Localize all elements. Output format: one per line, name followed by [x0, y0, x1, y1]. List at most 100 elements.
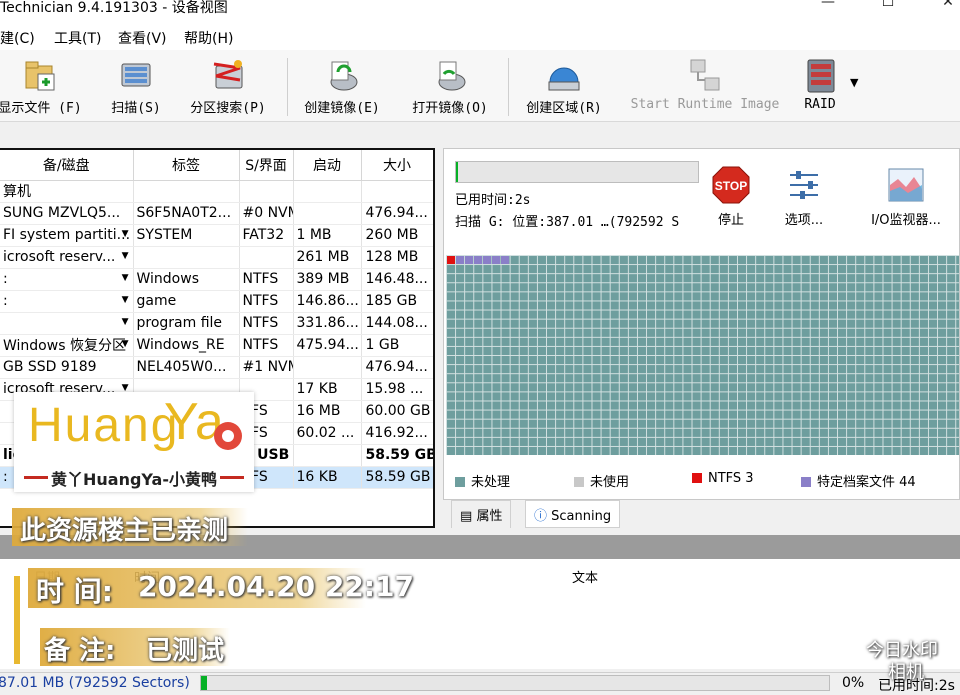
tab-properties-label: 属性: [476, 509, 503, 524]
col-header-fs[interactable]: S/界面: [239, 150, 294, 181]
legend-ntfs-label: NTFS 3: [708, 471, 754, 486]
stop-label: 停止: [717, 213, 744, 228]
device-cell-size: 476.94...: [361, 202, 433, 225]
tested-text: 此资源楼主已亲测: [20, 516, 229, 546]
create-region-button[interactable]: 创建区域(R): [516, 50, 612, 122]
device-cell-size: 60.00 GB: [361, 400, 433, 423]
menu-tools[interactable]: 工具(T): [54, 28, 101, 48]
runtime-image-icon: [690, 59, 720, 91]
device-cell-size: [361, 180, 433, 203]
file-block: [465, 256, 473, 264]
device-cell-size: 416.92...: [361, 422, 433, 445]
device-cell-name: ▼: [0, 312, 134, 335]
row-dropdown-icon[interactable]: ▼: [122, 229, 129, 239]
open-image-button[interactable]: 打开镜像(O): [402, 50, 498, 122]
col-header-device[interactable]: 备/磁盘: [0, 150, 134, 181]
legend-unused: 未使用: [574, 471, 629, 490]
create-image-button[interactable]: 创建镜像(E): [294, 50, 390, 122]
device-cell-start: 1 MB: [293, 224, 362, 247]
device-cell-start: [293, 444, 362, 467]
menu-create[interactable]: 建(C): [0, 28, 35, 48]
show-files-button[interactable]: 显示文件 (F): [0, 50, 90, 122]
start-runtime-image-button: Start Runtime Image: [624, 50, 786, 122]
device-row[interactable]: Windows 恢复分区 ▼ Windows_RE NTFS 475.94... 1 GB: [0, 334, 433, 357]
scan-position: 扫描 G: 位置:387.01 …(792592 S: [455, 215, 680, 230]
scan-button[interactable]: 扫描(S): [96, 50, 176, 122]
menu-help[interactable]: 帮助(H): [184, 28, 233, 48]
device-cell-size: 58.59 GB: [361, 466, 433, 489]
device-row[interactable]: 算机: [0, 180, 433, 203]
device-cell-start: 389 MB: [293, 268, 362, 291]
col-header-label[interactable]: 标签: [133, 150, 240, 181]
logo-text-huang: Huang: [28, 399, 180, 452]
create-region-icon: [548, 67, 580, 91]
row-dropdown-icon[interactable]: ▼: [122, 251, 129, 261]
device-cell-fs: [239, 180, 294, 203]
watermark-accent-bar: [14, 576, 20, 664]
device-row[interactable]: SUNG MZVLQ5...S6F5NA0T2...#0 NVME, SSD 47…: [0, 202, 433, 225]
device-cell-size: 128 MB: [361, 246, 433, 269]
options-button[interactable]: 选项...: [770, 165, 838, 228]
device-cell-name: Windows 恢复分区 ▼: [0, 334, 134, 357]
legend-unprocessed: 未处理: [455, 471, 510, 490]
toolbar: 显示文件 (F) 扫描(S) 分区搜索(P) 创建镜像(E) 打开镜像(O) 创…: [0, 50, 960, 122]
device-cell-name: : ▼: [0, 268, 134, 291]
device-cell-start: 261 MB: [293, 246, 362, 269]
status-progress-bar: [200, 675, 830, 691]
legend-swatch: [801, 477, 811, 487]
device-row[interactable]: ▼ program file NTFS 331.86... 144.08...: [0, 312, 433, 335]
close-button[interactable]: ✕: [928, 0, 960, 16]
start-runtime-image-label: Start Runtime Image: [630, 97, 780, 112]
device-row[interactable]: GB SSD 9189NEL405W0...#1 NVME, SSD 476.94…: [0, 356, 433, 379]
time-value: 2024.04.20 22:17: [138, 570, 415, 603]
minimize-button[interactable]: —: [808, 0, 848, 16]
col-header-size[interactable]: 大小: [361, 150, 433, 181]
log-col-text[interactable]: 文本: [572, 567, 598, 586]
device-row[interactable]: : ▼ game NTFS 146.86... 185 GB: [0, 290, 433, 313]
raid-button[interactable]: RAID: [796, 50, 844, 122]
device-cell-name: icrosoft reserv... ▼: [0, 246, 134, 269]
toolbar-separator: [287, 58, 288, 116]
maximize-button[interactable]: ☐: [868, 0, 908, 16]
col-header-start[interactable]: 启动: [293, 150, 362, 181]
sector-map: [446, 255, 959, 455]
device-cell-label: Windows: [133, 268, 240, 291]
row-dropdown-icon[interactable]: ▼: [122, 383, 129, 393]
status-progress-fill: [201, 676, 208, 690]
row-dropdown-icon[interactable]: ▼: [122, 339, 129, 349]
legend-swatch: [574, 477, 584, 487]
file-block: [474, 256, 482, 264]
device-table-header: 备/磁盘 标签 S/界面 启动 大小: [0, 150, 433, 181]
row-dropdown-icon[interactable]: ▼: [122, 273, 129, 283]
scan-panel: 已用时间:2s 扫描 G: 位置:387.01 …(792592 S STOP …: [443, 148, 960, 500]
io-monitor-label: I/O监视器...: [871, 213, 941, 228]
title-bar: Technician 9.4.191303 - 设备视图 — ☐ ✕: [0, 0, 960, 22]
device-cell-size: 146.48...: [361, 268, 433, 291]
open-image-label: 打开镜像(O): [412, 101, 488, 116]
note-label: 备 注:: [44, 636, 116, 666]
ntfs-block: [447, 256, 455, 264]
tab-properties[interactable]: ▤ 属性: [451, 500, 512, 528]
stop-button[interactable]: STOP 停止: [706, 165, 756, 228]
device-cell-start: 16 KB: [293, 466, 362, 489]
menu-view[interactable]: 查看(V): [118, 28, 167, 48]
device-row[interactable]: icrosoft reserv... ▼ 261 MB 128 MB: [0, 246, 433, 269]
device-row[interactable]: FI system partiti... ▼ SYSTEM FAT32 1 MB 260 …: [0, 224, 433, 247]
legend-specific-files: 特定档案文件 44: [801, 471, 916, 490]
logo-subtitle: 黄丫HuangYa-小黄鸭: [51, 470, 217, 489]
tab-scanning[interactable]: ⓘ Scanning: [525, 500, 621, 528]
device-cell-size: 15.98 ...: [361, 378, 433, 401]
menu-bar: 建(C) 工具(T) 查看(V) 帮助(H): [0, 22, 960, 50]
partition-search-button[interactable]: 分区搜索(P): [180, 50, 276, 122]
legend-unused-label: 未使用: [590, 475, 630, 490]
device-cell-label: [133, 246, 240, 269]
io-monitor-button[interactable]: I/O监视器...: [856, 165, 956, 228]
status-sectors: 87.01 MB (792592 Sectors): [0, 675, 190, 691]
row-dropdown-icon[interactable]: ▼: [122, 317, 129, 327]
device-row[interactable]: : ▼ Windows NTFS 389 MB 146.48...: [0, 268, 433, 291]
status-bar: 87.01 MB (792592 Sectors) 0% 已用时间:2s: [0, 672, 960, 694]
raid-dropdown-icon[interactable]: ▼: [850, 76, 858, 89]
bottom-tabs: ▤ 属性 ⓘ Scanning: [443, 500, 960, 528]
row-dropdown-icon[interactable]: ▼: [122, 295, 129, 305]
create-image-label: 创建镜像(E): [304, 101, 380, 116]
